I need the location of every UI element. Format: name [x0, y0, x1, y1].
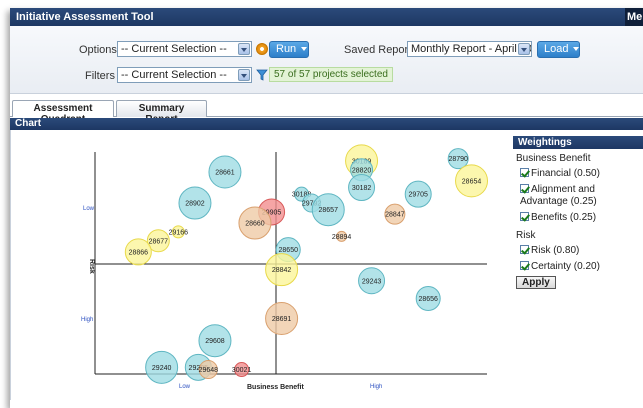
tab-assessment-quadrant[interactable]: Assessment Quadrant: [12, 100, 114, 125]
chevron-down-icon: [238, 43, 250, 55]
risk-section-label: Risk: [516, 230, 536, 241]
project-bubble-label: 28790: [448, 156, 468, 163]
project-bubble-label: 28660: [245, 221, 265, 228]
chevron-down-icon: [238, 69, 250, 81]
project-bubble-label: 29648: [199, 367, 219, 374]
x-tick-high: High: [370, 384, 382, 390]
filters-label: Filters: [85, 70, 115, 82]
y-tick-high: High: [81, 317, 93, 323]
apply-button[interactable]: Apply: [516, 276, 556, 289]
business-benefit-label: Business Benefit: [516, 153, 591, 164]
financial-row[interactable]: Financial (0.50): [520, 168, 643, 180]
caret-down-icon: [573, 47, 580, 52]
project-bubble-label: 28847: [385, 212, 405, 219]
chevron-down-icon: [518, 43, 530, 55]
app-title: Initiative Assessment Tool: [16, 11, 154, 23]
risk-row[interactable]: Risk (0.80): [520, 245, 643, 257]
saved-reports-label: Saved Reports: [344, 44, 417, 56]
benefits-checkbox[interactable]: [520, 212, 529, 221]
financial-checkbox[interactable]: [520, 168, 529, 177]
filter-status: 57 of 57 projects selected: [269, 67, 393, 82]
risk-label: Risk (0.80): [531, 245, 580, 256]
gear-icon[interactable]: [256, 43, 268, 55]
project-bubble-label: 28820: [352, 167, 372, 174]
risk-checkbox[interactable]: [520, 245, 529, 254]
saved-reports-value: Monthly Report - April 2012: [411, 43, 532, 55]
chart-area: Low High Low High Business Benefit Risk …: [10, 130, 510, 400]
filters-select[interactable]: -- Current Selection --: [117, 67, 252, 83]
project-bubble-label: 28902: [185, 201, 205, 208]
caret-down-icon: [301, 47, 308, 52]
weightings-panel: Weightings Business Benefit Financial (0…: [513, 136, 643, 289]
y-tick-low: Low: [83, 206, 95, 212]
project-bubble-label: 28650: [279, 247, 299, 254]
project-bubble-label: 30182: [352, 185, 372, 192]
options-select-value: -- Current Selection --: [121, 43, 227, 55]
certainty-label: Certainty (0.20): [531, 261, 600, 272]
project-bubble-label: 28691: [272, 316, 292, 323]
quadrant-chart: Low High Low High Business Benefit Risk …: [81, 144, 489, 391]
toolbar: Options -- Current Selection -- Run Save…: [10, 26, 643, 94]
project-bubble-label: 28842: [272, 267, 292, 274]
project-bubble-label: 28654: [462, 178, 482, 185]
saved-reports-select[interactable]: Monthly Report - April 2012: [407, 41, 532, 57]
load-button[interactable]: Load: [537, 41, 580, 58]
project-bubble-label: 28656: [418, 296, 438, 303]
project-bubble-label: 30021: [232, 367, 252, 374]
benefits-label: Benefits (0.25): [531, 212, 597, 223]
filters-select-value: -- Current Selection --: [121, 69, 227, 81]
menu-button[interactable]: Menu: [625, 8, 643, 26]
project-bubble-label: 28866: [129, 249, 149, 256]
project-bubble-label: 28894: [332, 234, 352, 241]
certainty-checkbox[interactable]: [520, 261, 529, 270]
options-select[interactable]: -- Current Selection --: [117, 41, 252, 57]
weightings-title: Weightings: [513, 136, 643, 149]
project-bubble-label: 29166: [169, 229, 189, 236]
project-bubble-label: 29243: [362, 278, 382, 285]
project-bubble-label: 29705: [408, 192, 428, 199]
project-bubble-label: 28677: [149, 238, 169, 245]
x-tick-low: Low: [179, 384, 191, 390]
run-button-label: Run: [276, 43, 297, 55]
load-button-label: Load: [544, 43, 569, 55]
options-label: Options: [79, 44, 117, 56]
x-axis-label: Business Benefit: [247, 384, 304, 391]
project-bubble-label: 28661: [215, 169, 235, 176]
chart-section-header: Chart: [10, 118, 643, 130]
alignment-checkbox[interactable]: [520, 184, 529, 193]
alignment-row[interactable]: Alignment and Advantage (0.25): [520, 184, 643, 208]
project-bubble-label: 29240: [152, 365, 172, 372]
tab-bar: Assessment Quadrant Summary Report: [10, 99, 643, 125]
project-bubble-label: 28657: [319, 207, 339, 214]
benefits-row[interactable]: Benefits (0.25): [520, 212, 643, 224]
filter-icon[interactable]: [256, 69, 268, 81]
app-window: Initiative Assessment Tool Menu Options …: [10, 8, 643, 408]
alignment-label: Alignment and Advantage (0.25): [520, 184, 597, 207]
financial-label: Financial (0.50): [531, 168, 600, 179]
title-bar: Initiative Assessment Tool Menu: [10, 8, 643, 26]
y-axis-label: Risk: [88, 259, 95, 274]
run-button[interactable]: Run: [269, 41, 309, 58]
project-bubble-label: 29608: [205, 338, 225, 345]
tab-summary-report[interactable]: Summary Report: [116, 100, 207, 125]
certainty-row[interactable]: Certainty (0.20): [520, 261, 643, 273]
